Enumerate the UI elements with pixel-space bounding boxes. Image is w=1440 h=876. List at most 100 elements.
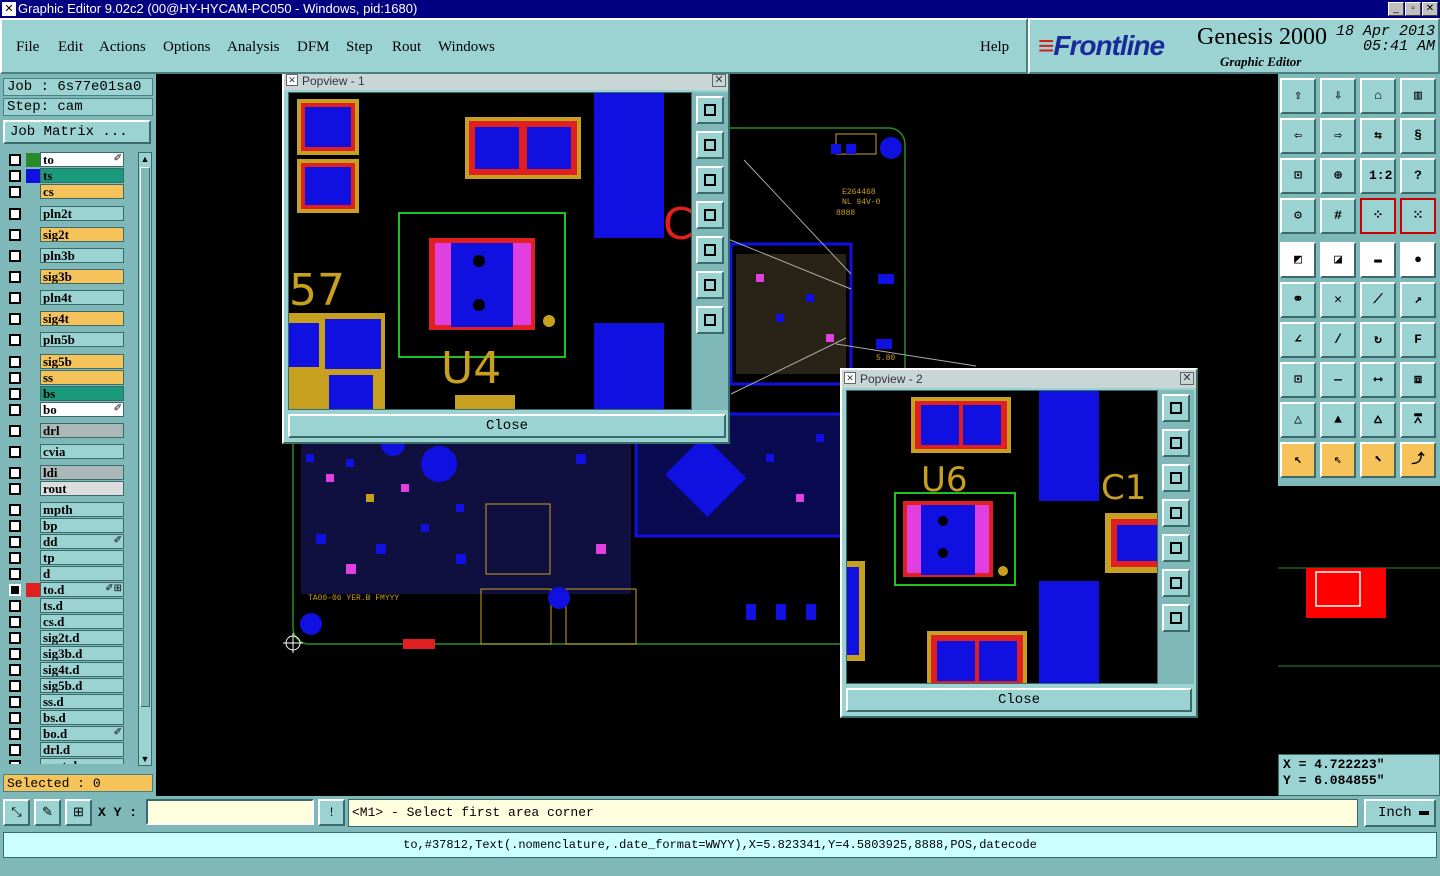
layer-row[interactable]: pln3b [4,248,128,264]
layer-row[interactable]: ldi [4,465,128,481]
layer-name[interactable]: ldi [40,465,124,480]
line-icon[interactable]: ⟋ [1360,282,1396,318]
window-layout-icon[interactable]: ▥ [1400,78,1436,114]
layer-row[interactable]: sig5b [4,354,128,370]
arc-icon[interactable]: ↻ [1360,322,1396,358]
layer-checkbox[interactable] [9,250,21,262]
layer-name[interactable]: drl [40,423,124,438]
popview-1-close-button[interactable]: Close [288,414,726,438]
triangle-icon[interactable]: △ [1280,402,1316,438]
redraw-icon[interactable]: § [1400,118,1436,154]
units-dropdown[interactable]: Inch [1364,799,1436,827]
layer-name[interactable]: sig4t [40,311,124,326]
minimize-button[interactable]: _ [1388,2,1404,16]
layer-row[interactable]: sig4t [4,311,128,327]
zoom-window-icon[interactable]: ⤡ [3,799,30,826]
home-down-icon[interactable]: ⇩ [1320,78,1356,114]
layer-checkbox[interactable] [9,568,21,580]
popview-pan-up-icon[interactable] [1162,429,1190,457]
layer-row[interactable]: pln2t [4,206,128,222]
layer-checkbox[interactable] [9,372,21,384]
pointer-box-icon[interactable]: ⇖ [1320,442,1356,478]
alert-icon[interactable]: ! [318,799,345,826]
layer-row[interactable]: bo ✐ [4,402,128,418]
layer-checkbox[interactable] [9,632,21,644]
layer-name[interactable]: ss.d [40,694,124,709]
layer-checkbox[interactable] [9,446,21,458]
layer-checkbox[interactable] [9,664,21,676]
layer-row[interactable]: rout.d [4,758,128,764]
layer-name[interactable]: mpth [40,502,124,517]
layer-checkbox[interactable] [9,271,21,283]
layer-name[interactable]: d [40,566,124,581]
popview-2-window[interactable]: ✕ Popview - 2 ✕ U6 C1 Close [840,368,1198,718]
snap-grid-icon[interactable]: ⊞ [65,799,92,826]
layer-name[interactable]: rout [40,481,124,496]
layer-name[interactable]: ts.d [40,598,124,613]
layer-row[interactable]: cvia [4,444,128,460]
layer-row[interactable]: sig3b.d [4,646,128,662]
layer-checkbox[interactable] [9,552,21,564]
layer-color-swatch[interactable] [26,169,40,183]
layer-row[interactable]: dd ✐ [4,534,128,550]
layer-name[interactable]: sig2t.d [40,630,124,645]
layer-name[interactable]: ss [40,370,124,385]
layer-name[interactable]: pln4t [40,290,124,305]
layer-checkbox[interactable] [9,388,21,400]
window-icon[interactable]: ✕ [286,74,298,86]
zoom-extents-icon[interactable]: ⊡ [1280,158,1316,194]
layer-name[interactable]: ts [40,168,124,183]
scroll-thumb[interactable] [140,167,150,707]
slash-icon[interactable]: / [1320,322,1356,358]
layer-checkbox[interactable] [9,504,21,516]
pointer-select-icon[interactable]: ⬉ [1360,442,1396,478]
layer-row[interactable]: ss [4,370,128,386]
layer-checkbox[interactable] [9,520,21,532]
layer-name[interactable]: cs [40,184,124,199]
popview-zoom-in-icon[interactable] [1162,604,1190,632]
layer-color-swatch[interactable] [26,583,40,597]
help-icon[interactable]: ? [1400,158,1436,194]
layer-checkbox[interactable] [9,425,21,437]
layer-row[interactable]: sig2t [4,227,128,243]
job-matrix-button[interactable]: Job Matrix ... [3,120,151,144]
layer-row[interactable]: cs [4,184,128,200]
layer-row[interactable]: bs [4,386,128,402]
measure-icon[interactable]: ▬ [1360,242,1396,278]
layer-row[interactable]: mpth [4,502,128,518]
popview-zoom-icon[interactable] [1162,394,1190,422]
menu-options[interactable]: Options [163,39,211,56]
overview-map[interactable] [1278,486,1440,754]
layer-name[interactable]: tp [40,550,124,565]
menu-edit[interactable]: Edit [58,39,83,56]
popview-2-close-button[interactable]: Close [846,688,1192,712]
layer-name[interactable]: sig4t.d [40,662,124,677]
popview-2-title-bar[interactable]: ✕ Popview - 2 ✕ [842,370,1196,388]
popview-pan-right-icon[interactable] [1162,534,1190,562]
menu-file[interactable]: File [16,39,39,56]
layer-name[interactable]: bo [40,402,124,417]
layer-name[interactable]: pln3b [40,248,124,263]
dimension-icon[interactable]: ⟷ [1360,362,1396,398]
layer-checkbox[interactable] [9,356,21,368]
menu-help[interactable]: Help [980,39,1009,56]
layer-row[interactable]: sig3b [4,269,128,285]
edit-icon[interactable]: ✎ [34,799,61,826]
layer-name[interactable]: sig5b.d [40,678,124,693]
layer-name[interactable]: drl.d [40,742,124,757]
xy-input[interactable] [146,799,314,825]
popview-zoom-icon[interactable] [696,96,724,124]
layer-name[interactable]: bp [40,518,124,533]
layer-row[interactable]: bs.d [4,710,128,726]
app-icon[interactable]: ✕ [2,2,16,16]
layer-checkbox[interactable] [9,744,21,756]
popview-zoom-in-icon[interactable] [696,306,724,334]
layer-row[interactable]: d [4,566,128,582]
grid-icon[interactable]: # [1320,198,1356,234]
layer-checkbox[interactable] [9,208,21,220]
layer-checkbox[interactable] [9,404,21,416]
layer-row[interactable]: rout [4,481,128,497]
layer-row[interactable]: pln5b [4,332,128,348]
connect-icon[interactable]: ⚭ [1280,282,1316,318]
window-icon[interactable]: ✕ [844,372,856,384]
